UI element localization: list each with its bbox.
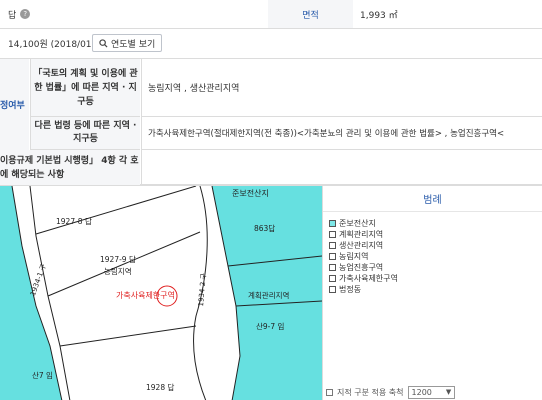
legend-item: 생산관리지역 bbox=[329, 240, 542, 251]
zone-table: 정여부 「국토의 계획 및 이용에 관한 법률」에 따른 지역 · 지구등 농림… bbox=[0, 59, 542, 185]
legend-panel: 범례 준보전산지계획관리지역생산관리지역농림지역농업진흥구역가축사육제한구역법정… bbox=[322, 185, 542, 400]
land-type-value: 답 bbox=[8, 10, 17, 21]
area-value: 1,993 ㎡ bbox=[360, 10, 398, 21]
legend-swatch bbox=[329, 275, 336, 282]
side-header: 정여부 bbox=[0, 101, 25, 111]
row1-label: 「국토의 계획 및 이용에 관한 법률」에 따른 지역 · 지구등 bbox=[33, 68, 138, 107]
legend-item: 가축사육제한구역 bbox=[329, 273, 542, 284]
legend-swatch bbox=[329, 286, 336, 293]
legend-title: 범례 bbox=[323, 186, 542, 212]
side-header-cell: 정여부 bbox=[0, 59, 29, 150]
map-label-1927-9: 1927-9 답 bbox=[100, 255, 136, 264]
legend-label: 생산관리지역 bbox=[339, 241, 384, 250]
legend-swatch bbox=[329, 220, 336, 227]
legend-label: 농업진흥구역 bbox=[339, 263, 384, 272]
chevron-down-icon: ▼ bbox=[445, 388, 452, 396]
cadastral-map[interactable]: 준보전산지 1927-8 답 863답 1927-9 답 농림지역 가축사육제한… bbox=[0, 185, 322, 400]
help-icon[interactable]: ? bbox=[20, 9, 31, 19]
legend-swatch bbox=[329, 242, 336, 249]
legend-label: 계획관리지역 bbox=[339, 230, 384, 239]
price-row: 14,100원 (2018/01) 연도별 보기 bbox=[0, 29, 542, 59]
legend-label: 가축사육제한구역 bbox=[339, 274, 398, 283]
map-label-1928: 1928 답 bbox=[146, 383, 175, 392]
scale-value: 1200 bbox=[411, 387, 432, 397]
map-label-farm-zone: 농림지역 bbox=[104, 267, 132, 276]
map-label-restriction: 가축사육제한구역 bbox=[116, 291, 175, 300]
legend-item: 농림지역 bbox=[329, 251, 542, 262]
area-value-cell: 1,993 ㎡ bbox=[360, 0, 540, 28]
yearly-view-button[interactable]: 연도별 보기 bbox=[92, 34, 163, 52]
legend-label: 법정동 bbox=[339, 285, 362, 294]
row2-value: 가축사육제한구역(절대제한지역(전 축종))<가축분뇨의 관리 및 이용에 관한… bbox=[148, 129, 505, 139]
legend-label: 농림지역 bbox=[339, 252, 369, 261]
search-icon bbox=[99, 38, 108, 48]
area-label-cell: 면적 bbox=[268, 0, 353, 28]
map-label-top-zone: 준보전산지 bbox=[232, 189, 269, 198]
row3-label-cell: 이용규제 기본법 시행령」 4항 각 호에 해당되는 사항 bbox=[0, 150, 140, 185]
row2-label-cell: 다른 법령 등에 따른 지역 · 지구등 bbox=[30, 117, 140, 150]
legend-swatch bbox=[329, 231, 336, 238]
land-info-row: 답 ? 면적 1,993 ㎡ bbox=[0, 0, 542, 29]
map-controls: 지적 구분 적용 축척 1200 ▼ bbox=[322, 384, 542, 400]
map-controls-text: 지적 구분 적용 축척 bbox=[337, 387, 404, 397]
legend-label: 준보전산지 bbox=[339, 219, 376, 228]
land-price: 14,100원 (2018/01) bbox=[8, 40, 96, 50]
legend-item: 준보전산지 bbox=[329, 218, 542, 229]
legend-swatch bbox=[329, 253, 336, 260]
row3-label: 이용규제 기본법 시행령」 4항 각 호에 해당되는 사항 bbox=[0, 155, 139, 180]
legend-item: 계획관리지역 bbox=[329, 229, 542, 240]
legend-list: 준보전산지계획관리지역생산관리지역농림지역농업진흥구역가축사육제한구역법정동 bbox=[323, 212, 542, 295]
map-label-mgmt: 계획관리지역 bbox=[248, 291, 290, 300]
map-label-1927-8: 1927-8 답 bbox=[56, 217, 92, 226]
legend-item: 농업진흥구역 bbox=[329, 262, 542, 273]
map-label-mt9-7: 산9-7 임 bbox=[256, 322, 285, 331]
checkbox-icon[interactable] bbox=[326, 388, 333, 396]
yearly-view-label: 연도별 보기 bbox=[111, 39, 156, 50]
row1-value: 농림지역 , 생산관리지역 bbox=[148, 84, 240, 94]
row2-label: 다른 법령 등에 따른 지역 · 지구등 bbox=[34, 121, 137, 144]
legend-item: 법정동 bbox=[329, 284, 542, 295]
legend-swatch bbox=[329, 264, 336, 271]
parcel-boundary bbox=[59, 325, 197, 347]
land-type-cell: 답 ? bbox=[8, 0, 208, 28]
row2-value-cell: 가축사육제한구역(절대제한지역(전 축종))<가축분뇨의 관리 및 이용에 관한… bbox=[141, 117, 542, 150]
area-label: 면적 bbox=[302, 10, 319, 21]
map-label-mt7: 산7 임 bbox=[32, 371, 53, 380]
row3-value-cell bbox=[141, 150, 542, 185]
scale-select[interactable]: 1200 ▼ bbox=[407, 385, 456, 399]
map-label-863: 863답 bbox=[254, 224, 276, 233]
row1-value-cell: 농림지역 , 생산관리지역 bbox=[141, 59, 542, 117]
row1-label-cell: 「국토의 계획 및 이용에 관한 법률」에 따른 지역 · 지구등 bbox=[30, 59, 140, 117]
